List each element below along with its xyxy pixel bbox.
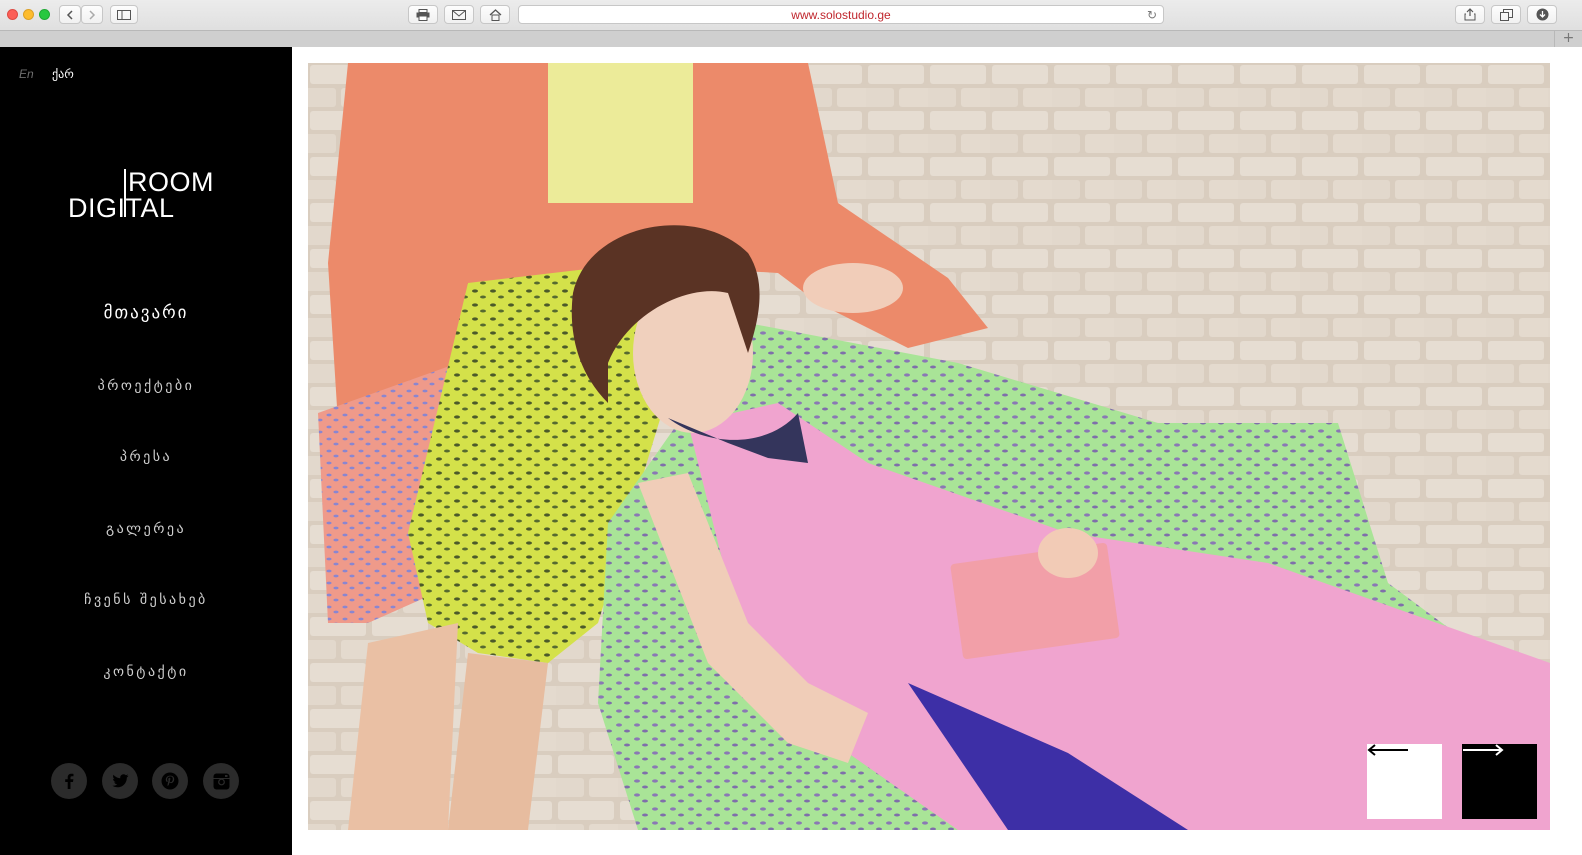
- facebook-icon: [65, 773, 74, 789]
- tabs-icon: [1499, 8, 1513, 21]
- new-tab-button[interactable]: +: [1554, 31, 1582, 47]
- share-button[interactable]: [1455, 5, 1485, 24]
- fashion-photo-illustration: [308, 63, 1550, 830]
- browser-toolbar: www.solostudio.ge ↻: [0, 0, 1582, 30]
- pinterest-icon: [161, 772, 179, 790]
- twitter-icon: [111, 774, 128, 788]
- mail-button[interactable]: [444, 5, 474, 24]
- forward-button[interactable]: [81, 5, 103, 24]
- tab-strip: +: [0, 30, 1582, 47]
- home-icon: [489, 8, 501, 21]
- sidebar-icon: [117, 9, 131, 20]
- language-en-link[interactable]: En: [19, 67, 34, 81]
- share-icon: [1464, 8, 1476, 21]
- main-navigation: მთავარი პროექტები პრესა გალერეა ჩვენს შე…: [0, 277, 292, 706]
- main-content: [292, 47, 1582, 855]
- download-icon: [1536, 8, 1548, 21]
- close-window-button[interactable]: [7, 9, 18, 20]
- twitter-link[interactable]: [102, 763, 138, 799]
- sidebar: En ქარ ROOM DIGITAL მთავარი პროექტები პრ…: [0, 47, 292, 855]
- hero-slider-image: [308, 63, 1550, 830]
- sidebar-toggle-button[interactable]: [110, 5, 138, 24]
- arrow-left-icon: [1367, 744, 1408, 756]
- instagram-icon: [213, 773, 229, 789]
- language-ka-link[interactable]: ქარ: [52, 67, 74, 81]
- pinterest-link[interactable]: [152, 763, 188, 799]
- nav-item-projects[interactable]: პროექტები: [0, 349, 292, 421]
- slider-next-button[interactable]: [1462, 744, 1537, 819]
- address-bar[interactable]: www.solostudio.ge ↻: [518, 5, 1164, 24]
- nav-item-contact[interactable]: კონტაქტი: [0, 635, 292, 707]
- nav-item-about[interactable]: ჩვენს შესახებ: [0, 563, 292, 635]
- downloads-button[interactable]: [1527, 5, 1557, 24]
- url-text: www.solostudio.ge: [791, 7, 891, 22]
- site-logo[interactable]: ROOM DIGITAL: [68, 167, 228, 223]
- reload-icon[interactable]: ↻: [1147, 8, 1157, 22]
- nav-item-gallery[interactable]: გალერეა: [0, 492, 292, 564]
- nav-item-press[interactable]: პრესა: [0, 420, 292, 492]
- tabs-overview-button[interactable]: [1491, 5, 1521, 24]
- arrow-right-icon: [1463, 744, 1504, 756]
- chevron-left-icon: [66, 9, 73, 20]
- instagram-link[interactable]: [203, 763, 239, 799]
- home-button[interactable]: [480, 5, 510, 24]
- chevron-right-icon: [89, 9, 96, 20]
- nav-item-home[interactable]: მთავარი: [0, 277, 292, 349]
- envelope-icon: [452, 9, 466, 20]
- minimize-window-button[interactable]: [23, 9, 34, 20]
- zoom-window-button[interactable]: [39, 9, 50, 20]
- slider-prev-button[interactable]: [1367, 744, 1442, 819]
- printer-icon: [416, 8, 430, 21]
- browser-chrome: www.solostudio.ge ↻ +: [0, 0, 1582, 47]
- print-button[interactable]: [408, 5, 438, 24]
- facebook-link[interactable]: [51, 763, 87, 799]
- logo-line-digital: DIGITAL: [68, 193, 175, 223]
- back-button[interactable]: [59, 5, 81, 24]
